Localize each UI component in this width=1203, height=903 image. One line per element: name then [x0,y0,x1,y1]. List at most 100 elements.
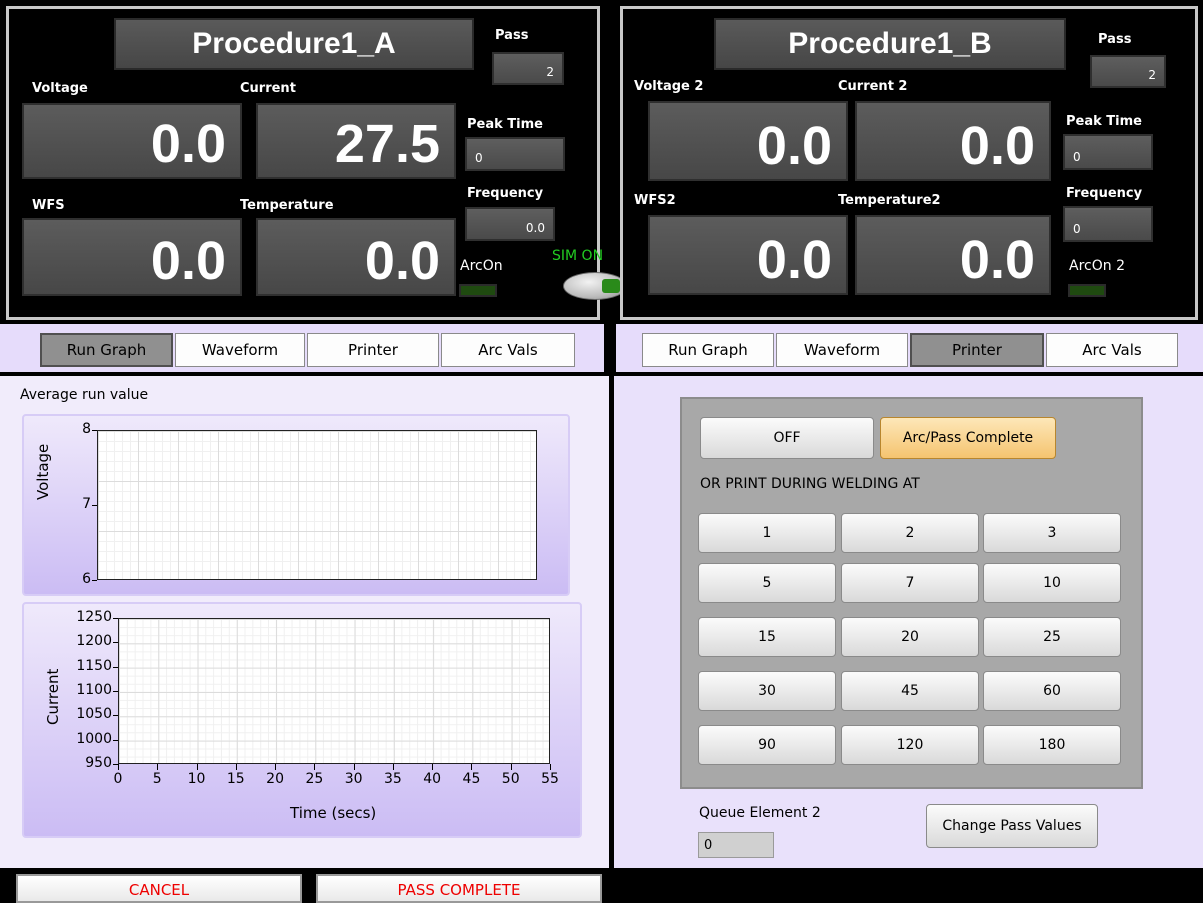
current-label: Current [240,81,296,96]
current-display: 27.5 [256,103,456,179]
print-interval-button-30[interactable]: 30 [698,671,836,711]
current-plot-area [118,618,550,764]
temperature-2-display: 0.0 [855,215,1051,295]
current-x-tick-mark [353,764,355,770]
current-y-tick-mark [113,691,118,692]
arcon-label: ArcOn [460,258,503,274]
current-y-tick-mark [113,715,118,717]
tab-arc-vals-right[interactable]: Arc Vals [1046,333,1178,367]
peak-time-2-label: Peak Time [1066,114,1142,129]
temperature-label: Temperature [240,198,334,213]
pass-complete-button[interactable]: PASS COMPLETE [316,874,602,903]
current-x-tick-mark [314,764,316,770]
current-x-axis-label: Time (secs) [290,804,377,822]
current-x-tick-mark [550,764,551,770]
print-interval-button-10[interactable]: 10 [983,563,1121,603]
frequency-label: Frequency [467,186,544,201]
current-x-tick: 0 [113,771,123,787]
pass-value: 2 [492,52,564,85]
print-interval-button-120[interactable]: 120 [841,725,979,765]
current-x-tick-mark [432,764,434,770]
cancel-button[interactable]: CANCEL [16,874,302,903]
arcon-2-indicator [1068,284,1106,297]
tab-arc-vals-left[interactable]: Arc Vals [441,333,575,367]
voltage-y-tick: 6 [82,571,91,587]
voltage-display: 0.0 [22,103,242,179]
print-during-label: OR PRINT DURING WELDING AT [700,476,920,492]
peak-time-value: 0 [465,137,565,171]
arcon-2-label: ArcOn 2 [1069,258,1125,274]
voltage-label: Voltage [32,81,88,96]
peak-time-2-value: 0 [1063,134,1153,170]
frequency-2-label: Frequency [1066,186,1143,201]
frequency-2-value: 0 [1063,206,1153,242]
voltage-y-tick-mark [92,505,97,506]
current-x-tick: 10 [187,771,206,787]
print-interval-button-7[interactable]: 7 [841,563,979,603]
current-2-label: Current 2 [838,79,908,94]
queue-element-value: 0 [698,832,774,858]
tab-waveform-right[interactable]: Waveform [776,333,908,367]
voltage-2-display: 0.0 [648,101,848,181]
tab-run-graph-right[interactable]: Run Graph [642,333,774,367]
voltage-y-tick-mark [92,580,97,581]
sim-led-icon [602,279,620,293]
current-x-tick-mark [392,764,394,770]
change-pass-values-button[interactable]: Change Pass Values [926,804,1098,848]
procedure-b-title: Procedure1_B [714,18,1066,70]
current-y-tick-mark [113,739,118,741]
current-x-tick: 50 [501,771,520,787]
current-x-tick: 15 [226,771,245,787]
print-interval-button-2[interactable]: 2 [841,513,979,553]
arc-pass-complete-button[interactable]: Arc/Pass Complete [880,417,1056,459]
print-off-button[interactable]: OFF [700,417,874,459]
current-x-tick: 20 [266,771,284,787]
wfs-display: 0.0 [22,218,242,296]
peak-time-label: Peak Time [467,117,543,132]
print-interval-button-15[interactable]: 15 [698,617,836,657]
print-interval-button-3[interactable]: 3 [983,513,1121,553]
current-x-tick-mark [196,764,198,770]
tab-printer-left[interactable]: Printer [307,333,439,367]
temperature-2-label: Temperature2 [838,193,941,208]
frequency-value: 0.0 [465,207,555,241]
wfs-label: WFS [32,198,65,213]
current-y-tick: 1100 [76,682,112,698]
sim-on-label: SIM ON [552,248,604,264]
voltage-y-axis-label: Voltage [34,443,52,500]
current-y-tick: 1000 [76,730,112,747]
current-y-tick: 950 [85,755,112,771]
pass-2-label: Pass [1098,32,1132,47]
current-y-tick: 1150 [76,657,112,674]
current-x-tick-mark [510,764,512,770]
voltage-y-tick-mark [92,430,97,431]
current-x-tick: 55 [541,771,559,787]
current-y-tick: 1050 [76,706,112,723]
tab-run-graph-left[interactable]: Run Graph [40,333,173,367]
pass-label: Pass [495,28,529,43]
tab-waveform-left[interactable]: Waveform [175,333,305,367]
pass-2-value: 2 [1090,55,1166,88]
print-interval-button-45[interactable]: 45 [841,671,979,711]
print-interval-button-180[interactable]: 180 [983,725,1121,765]
voltage-y-tick: 8 [82,421,91,437]
wfs-2-label: WFS2 [634,193,676,208]
voltage-2-label: Voltage 2 [634,79,704,94]
current-x-tick-mark [118,764,119,770]
print-interval-button-90[interactable]: 90 [698,725,836,765]
queue-element-label: Queue Element 2 [699,805,821,821]
sim-on-toggle[interactable] [563,272,627,300]
current-x-tick: 45 [462,771,481,787]
print-interval-button-60[interactable]: 60 [983,671,1121,711]
tab-printer-right[interactable]: Printer [910,333,1044,367]
current-y-axis-label: Current [44,668,62,725]
print-interval-button-25[interactable]: 25 [983,617,1121,657]
temperature-display: 0.0 [256,218,456,296]
current-x-tick-mark [157,764,159,770]
print-interval-button-1[interactable]: 1 [698,513,836,553]
current-x-tick: 25 [305,771,324,787]
current-y-tick: 1200 [76,633,112,650]
graphs-section-title: Average run value [20,387,149,403]
print-interval-button-5[interactable]: 5 [698,563,836,603]
print-interval-button-20[interactable]: 20 [841,617,979,657]
